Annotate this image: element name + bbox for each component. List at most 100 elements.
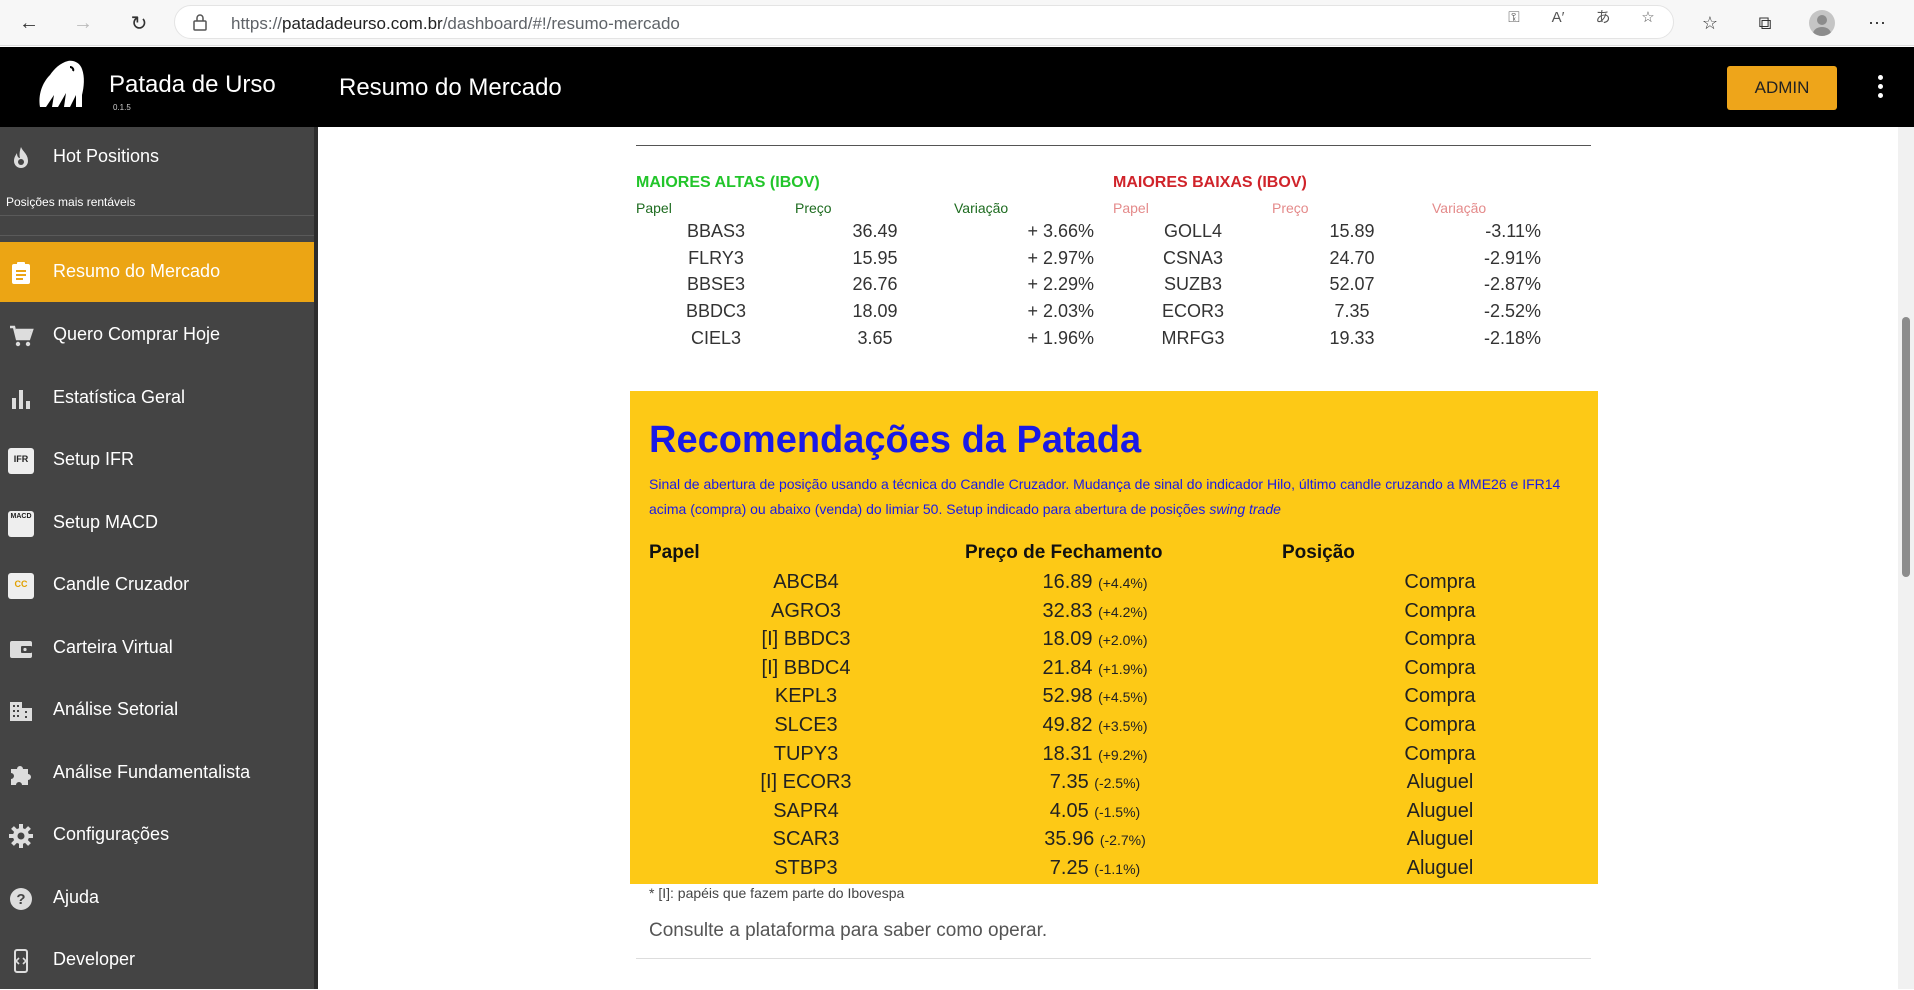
help-icon: ? (10, 888, 32, 910)
sidebar-item-developer[interactable]: Developer (0, 930, 314, 990)
profile-avatar[interactable] (1809, 10, 1835, 36)
lows-change: -2.18% (1483, 328, 1541, 348)
admin-button[interactable]: ADMIN (1727, 66, 1837, 110)
rec-ticker: [I] BBDC4 (761, 657, 851, 679)
forward-icon[interactable]: → (68, 8, 98, 38)
building-icon (10, 702, 32, 721)
sidebar-item-setup-macd[interactable]: MACD Setup MACD (0, 493, 314, 553)
rec-close-price: 52.98 (1042, 685, 1093, 707)
rec-ticker: TUPY3 (773, 743, 839, 765)
rec-change: (-2.5%) (1094, 775, 1141, 791)
read-aloud-icon[interactable]: A′ (1548, 8, 1568, 28)
sidebar-item-hot-positions[interactable]: Hot Positions (0, 127, 314, 187)
scrollbar-thumb[interactable] (1902, 317, 1910, 577)
rec-ticker: SAPR4 (773, 800, 839, 822)
rec-price: 52.98 (+4.5%) (980, 685, 1210, 708)
lows-ticker: MRFG3 (1161, 328, 1225, 348)
sidebar-item-estatistica[interactable]: Estatística Geral (0, 368, 314, 428)
rec-position: Compra (1404, 685, 1476, 707)
highs-ticker: BBDC3 (685, 301, 747, 321)
sidebar-item-configuracoes[interactable]: Configurações (0, 805, 314, 865)
rec-position: Compra (1404, 657, 1476, 679)
rec-ticker: STBP3 (774, 857, 838, 879)
svg-text:?: ? (16, 891, 25, 908)
sidebar-item-label: Setup MACD (53, 512, 159, 532)
highs-change: + 2.29% (1027, 274, 1094, 294)
rec-change: (+3.5%) (1098, 718, 1148, 734)
highs-price: 3.65 (857, 328, 893, 348)
highs-change: + 1.96% (1027, 328, 1094, 348)
rec-change: (-1.5%) (1094, 804, 1141, 820)
sidebar-item-label: Análise Setorial (53, 699, 179, 719)
sidebar-item-label: Candle Cruzador (53, 574, 190, 594)
fire-icon (14, 147, 28, 168)
lows-price: 24.70 (1329, 248, 1375, 268)
rec-close-price: 18.31 (1042, 743, 1093, 765)
rec-price: 18.31 (+9.2%) (980, 743, 1210, 766)
rec-change: (+2.0%) (1098, 632, 1148, 648)
sidebar-item-analise-setorial[interactable]: Análise Setorial (0, 680, 314, 740)
back-icon[interactable]: ← (14, 8, 44, 38)
sidebar-item-candle-cruzador[interactable]: CC Candle Cruzador (0, 555, 314, 615)
rec-close-price: 21.84 (1042, 657, 1093, 679)
sidebar-item-resumo-mercado[interactable]: Resumo do Mercado (0, 242, 314, 302)
sidebar-item-ajuda[interactable]: ? Ajuda (0, 868, 314, 928)
highs-header-papel: Papel (636, 200, 672, 216)
highs-change: + 3.66% (1027, 221, 1094, 241)
puzzle-icon (11, 766, 31, 785)
translate-icon[interactable]: あ (1593, 8, 1613, 28)
lows-ticker: SUZB3 (1163, 274, 1223, 294)
rec-ticker: SLCE3 (774, 714, 838, 736)
lows-price: 7.35 (1334, 301, 1370, 321)
collections-icon[interactable]: ⧉ (1752, 10, 1778, 36)
key-icon[interactable]: ⚿ (1504, 8, 1524, 28)
rec-position: Compra (1404, 628, 1476, 650)
lows-change: -3.11% (1485, 221, 1541, 241)
sidebar-item-carteira-virtual[interactable]: Carteira Virtual (0, 618, 314, 678)
brand-title[interactable]: Patada de Urso (109, 71, 276, 99)
highs-change: + 2.97% (1027, 248, 1094, 268)
rec-position: Compra (1404, 600, 1476, 622)
cart-icon (10, 325, 34, 347)
rec-position: Compra (1404, 571, 1476, 593)
rec-position: Aluguel (1406, 857, 1474, 879)
reload-icon[interactable]: ↻ (124, 8, 154, 38)
clipboard-icon (12, 262, 30, 284)
rec-change: (+4.5%) (1098, 689, 1148, 705)
more-icon[interactable]: ⋯ (1864, 10, 1890, 36)
divider (0, 235, 314, 236)
sidebar-item-label: Estatística Geral (53, 387, 186, 407)
lows-header-variacao: Variação (1432, 200, 1487, 216)
scrollbar[interactable] (1898, 127, 1914, 989)
lows-ticker: ECOR3 (1161, 301, 1224, 321)
highs-ticker: CIEL3 (690, 328, 742, 348)
address-bar[interactable]: https://patadadeurso.com.br/dashboard/#!… (174, 5, 1674, 39)
rec-price: 49.82 (+3.5%) (980, 714, 1210, 737)
sidebar-subtitle: Posições mais rentáveis (6, 195, 136, 209)
kebab-menu-icon[interactable] (1870, 75, 1890, 101)
sidebar-item-quero-comprar[interactable]: Quero Comprar Hoje (0, 305, 314, 365)
sidebar-item-analise-fundamentalista[interactable]: Análise Fundamentalista (0, 743, 314, 803)
consult-platform-text: Consulte a plataforma para saber como op… (649, 920, 1048, 941)
rec-position: Aluguel (1406, 771, 1474, 793)
sidebar-item-label: Setup IFR (53, 449, 135, 469)
favorites-icon[interactable]: ☆ (1697, 10, 1723, 36)
sidebar-item-label: Análise Fundamentalista (53, 762, 251, 782)
lows-ticker: GOLL4 (1163, 221, 1223, 241)
rec-price: 7.35 (-2.5%) (980, 771, 1210, 794)
rec-ticker: KEPL3 (774, 685, 838, 707)
highs-header-preco: Preço (795, 200, 832, 216)
bear-logo (39, 60, 84, 107)
rec-price: 35.96 (-2.7%) (980, 828, 1210, 851)
rec-close-price: 4.05 (1049, 800, 1089, 822)
sidebar-item-label: Developer (53, 949, 136, 969)
rec-ticker: [I] BBDC3 (761, 628, 851, 650)
add-favorite-icon[interactable]: ☆ (1638, 8, 1658, 28)
lows-change: -2.91% (1483, 248, 1541, 268)
sidebar-item-setup-ifr[interactable]: IFR Setup IFR (0, 430, 314, 490)
rec-price: 7.25 (-1.1%) (980, 857, 1210, 880)
lows-change: -2.52% (1483, 301, 1541, 321)
rec-price: 16.89 (+4.4%) (980, 571, 1210, 594)
rec-ticker: SCAR3 (772, 828, 840, 850)
lows-price: 52.07 (1329, 274, 1375, 294)
